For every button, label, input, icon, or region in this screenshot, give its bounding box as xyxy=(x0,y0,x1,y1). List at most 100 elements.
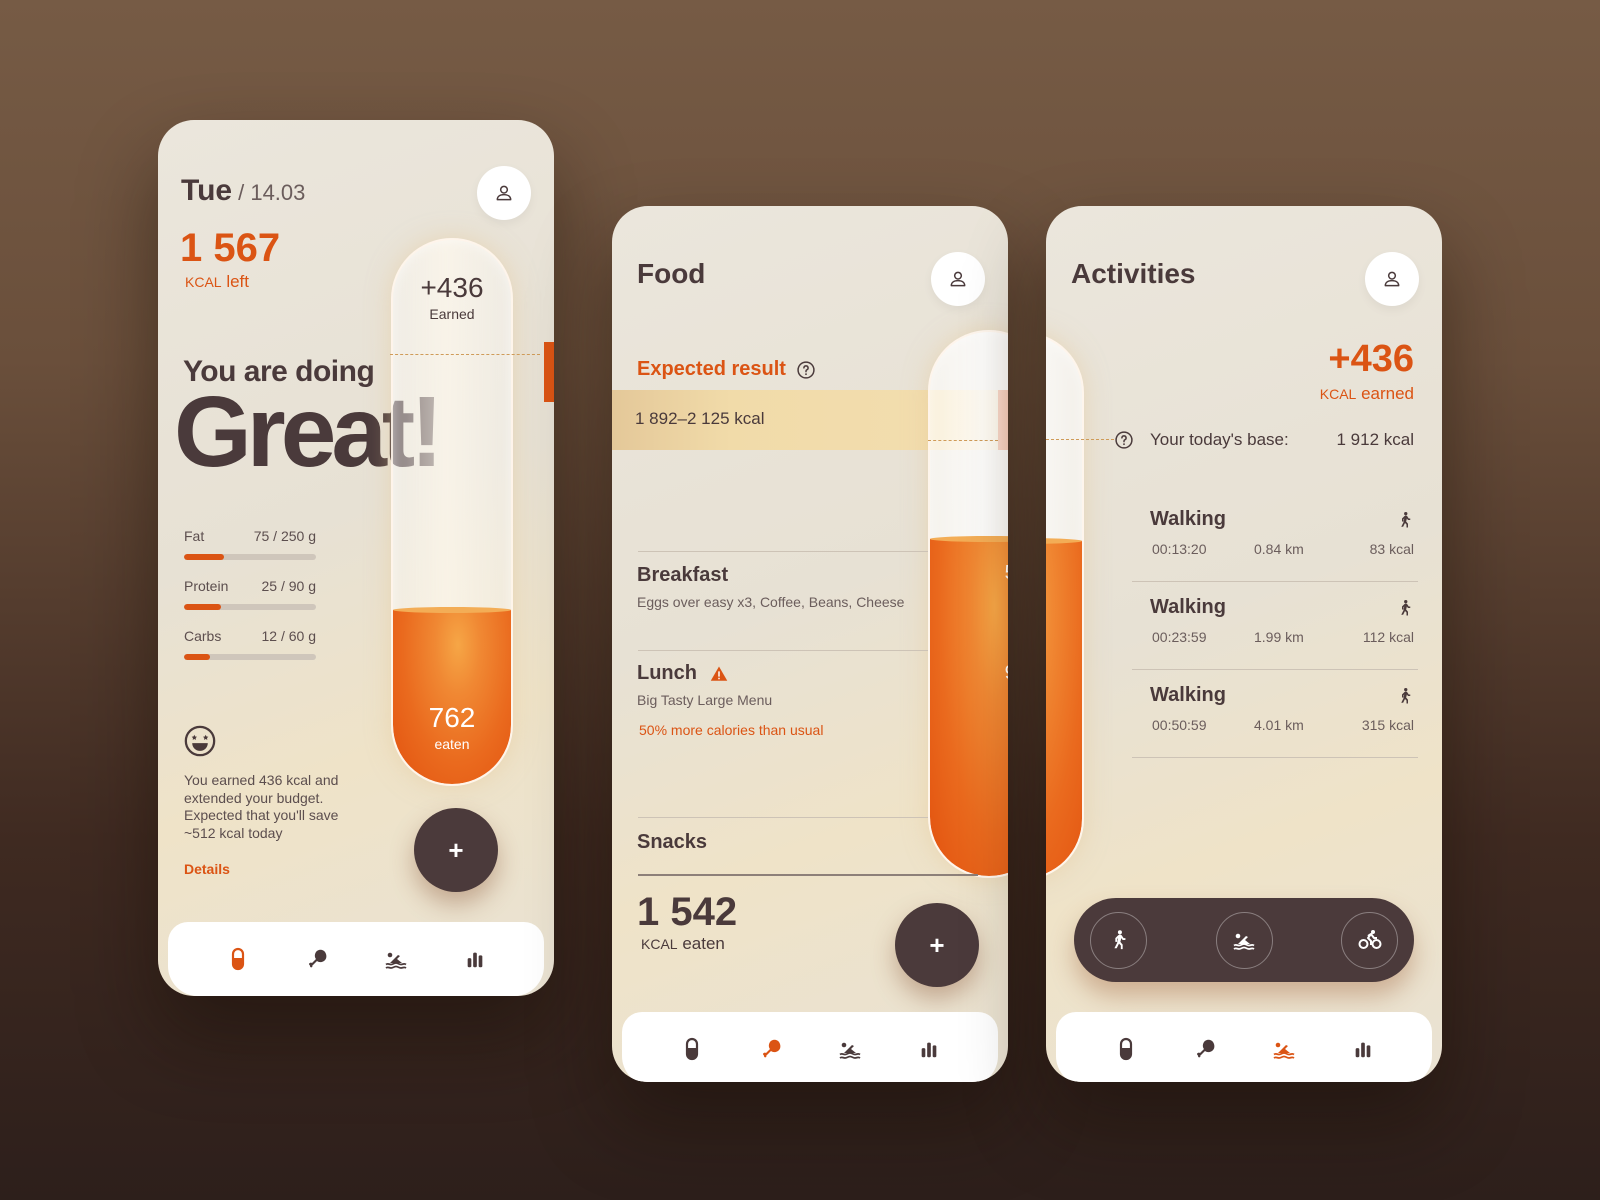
bar-chart-icon xyxy=(464,948,486,970)
bottom-nav xyxy=(1056,1012,1432,1082)
kcal-left-label: KCAL left xyxy=(185,272,249,291)
quick-add-activity-bar xyxy=(1074,898,1414,982)
calorie-tube: 548 944 50 xyxy=(928,330,1008,878)
lunch-warning: 50% more calories than usual xyxy=(639,722,824,738)
calorie-tube xyxy=(1046,332,1084,880)
walking-icon xyxy=(1108,928,1130,952)
help-icon[interactable] xyxy=(1114,430,1134,450)
meal-snacks[interactable]: Snacks xyxy=(637,831,707,854)
page-title: Activities xyxy=(1071,258,1196,289)
user-icon xyxy=(948,269,968,289)
home-screen: Tue / 14.03 1 567 KCAL left You are doin… xyxy=(158,120,554,996)
base-marker-line xyxy=(1046,439,1114,440)
eaten-label: eaten xyxy=(434,736,470,752)
meal-kcal-lunch: 944 xyxy=(930,662,1008,685)
add-walking-button[interactable] xyxy=(1090,911,1147,969)
macro-fat: Fat 75 / 250 g xyxy=(184,528,316,560)
nav-stats[interactable] xyxy=(455,939,495,979)
walking-icon xyxy=(1396,686,1414,706)
earned-label: KCAL earned xyxy=(1319,384,1414,403)
food-screen: Food Expected result 1 892–2 125 kcal 54… xyxy=(612,206,1008,1082)
nav-stats[interactable] xyxy=(909,1029,949,1069)
walking-icon xyxy=(1396,510,1414,530)
tube-icon xyxy=(226,945,250,973)
tube-icon xyxy=(680,1035,704,1063)
earned-label: Earned xyxy=(429,306,475,322)
divider xyxy=(638,650,928,651)
summary-text: You earned 436 kcal and extended your bu… xyxy=(184,772,339,841)
nav-stats[interactable] xyxy=(1343,1029,1383,1069)
activity-item[interactable]: Walking 00:13:20 0.84 km 83 kcal xyxy=(1150,508,1414,557)
macro-progress-bar xyxy=(184,654,316,660)
meal-kcal-breakfast: 548 xyxy=(930,562,1008,585)
earned-value: +436 xyxy=(1328,338,1414,380)
total-eaten-value: 1 542 xyxy=(637,890,738,934)
activity-item[interactable]: Walking 00:23:59 1.99 km 112 kcal xyxy=(1150,596,1414,645)
divider xyxy=(1132,581,1418,582)
expected-marker-line xyxy=(928,440,998,441)
tube-liquid xyxy=(930,535,1008,876)
activities-screen: Activities +436 KCAL earned Your today's… xyxy=(1046,206,1442,1082)
date-header: Tue / 14.03 xyxy=(181,174,305,208)
walking-icon xyxy=(1396,598,1414,618)
expected-result-label: Expected result xyxy=(637,358,786,380)
profile-button[interactable] xyxy=(931,252,985,306)
base-marker-line xyxy=(390,354,540,355)
profile-button[interactable] xyxy=(477,166,531,220)
base-label: Your today's base: xyxy=(1150,430,1289,449)
page-title: Food xyxy=(637,258,706,289)
nav-food[interactable] xyxy=(751,1029,791,1069)
macro-progress-bar xyxy=(184,554,316,560)
calorie-tube: +436 Earned 762 eaten xyxy=(391,238,513,786)
divider xyxy=(638,551,928,552)
base-value: 1 912 kcal xyxy=(1336,430,1415,449)
add-swimming-button[interactable] xyxy=(1215,911,1273,969)
total-eaten-label: KCAL eaten xyxy=(641,934,725,953)
total-divider xyxy=(638,874,978,876)
help-icon[interactable] xyxy=(796,360,816,380)
bottom-nav xyxy=(622,1012,998,1082)
nav-activities[interactable] xyxy=(376,939,416,979)
base-marker xyxy=(544,342,554,402)
drumstick-icon xyxy=(1193,1037,1217,1061)
nav-overview[interactable] xyxy=(1106,1029,1146,1069)
date-label: / 14.03 xyxy=(238,180,306,205)
macro-protein: Protein 25 / 90 g xyxy=(184,578,316,610)
meal-lunch[interactable]: Lunch Big Tasty Large Menu 50% more calo… xyxy=(637,662,907,738)
add-cycling-button[interactable] xyxy=(1341,911,1398,969)
eaten-value: 762 xyxy=(428,702,476,733)
swimming-icon xyxy=(1271,1037,1297,1061)
user-icon xyxy=(494,183,514,203)
add-button[interactable]: + xyxy=(414,808,498,892)
tube-liquid xyxy=(393,606,511,784)
earned-value: +436 xyxy=(420,272,484,303)
details-link[interactable]: Details xyxy=(184,861,230,877)
meal-breakfast[interactable]: Breakfast Eggs over easy x3, Coffee, Bea… xyxy=(637,564,907,611)
swimming-icon xyxy=(383,947,409,971)
swimming-icon xyxy=(837,1037,863,1061)
drumstick-icon xyxy=(305,947,329,971)
star-eyes-smiley-icon xyxy=(183,724,217,758)
meal-kcal-snacks: 50 xyxy=(930,830,1008,853)
bottom-nav xyxy=(168,922,544,996)
nav-overview[interactable] xyxy=(672,1029,712,1069)
tube-liquid xyxy=(1046,537,1082,878)
nav-activities[interactable] xyxy=(830,1029,870,1069)
bar-chart-icon xyxy=(918,1038,940,1060)
activity-item[interactable]: Walking 00:50:59 4.01 km 315 kcal xyxy=(1150,684,1414,733)
nav-food[interactable] xyxy=(297,939,337,979)
kcal-left-value: 1 567 xyxy=(180,226,281,270)
divider xyxy=(638,817,928,818)
macro-carbs: Carbs 12 / 60 g xyxy=(184,628,316,660)
expected-result-header: Expected result xyxy=(637,358,816,381)
nav-activities[interactable] xyxy=(1264,1029,1304,1069)
nav-overview[interactable] xyxy=(218,939,258,979)
user-icon xyxy=(1382,269,1402,289)
add-meal-button[interactable]: + xyxy=(895,903,979,987)
swimming-icon xyxy=(1231,928,1257,952)
nav-food[interactable] xyxy=(1185,1029,1225,1069)
drumstick-icon xyxy=(759,1037,783,1061)
macro-progress-bar xyxy=(184,604,316,610)
profile-button[interactable] xyxy=(1365,252,1419,306)
cycling-icon xyxy=(1356,928,1384,952)
